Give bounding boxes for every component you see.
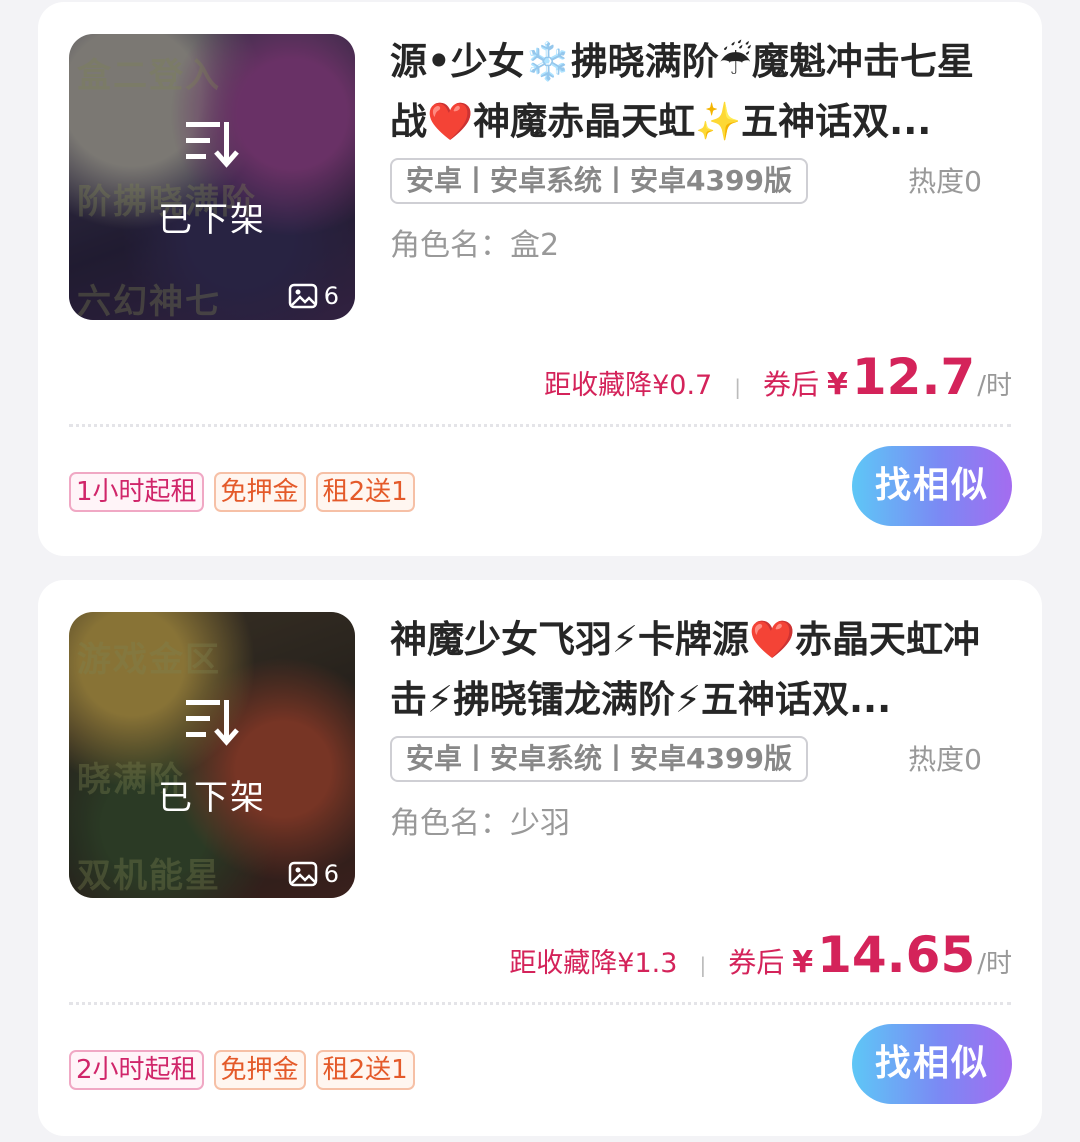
price-value: 14.65: [817, 926, 976, 984]
price-drop: 距收藏降¥1.3: [509, 948, 678, 979]
price-drop: 距收藏降¥0.7: [544, 370, 713, 401]
image-icon: [288, 283, 317, 309]
thumbnail-overlay: [69, 612, 355, 898]
off-shelf-icon: [186, 700, 239, 746]
tag-no-deposit: 免押金: [213, 472, 306, 512]
divider: [69, 1002, 1011, 1005]
platform-badge: 安卓丨安卓系统丨安卓4399版: [390, 736, 808, 782]
off-shelf-label: 已下架: [158, 778, 266, 818]
listing-thumbnail[interactable]: 游戏金区 晓满阶 双机能星 已下架 6: [69, 612, 355, 898]
image-count: 6: [288, 860, 339, 888]
tag-min-rent: 1小时起租: [69, 472, 204, 512]
image-count-value: 6: [323, 860, 339, 888]
tag-promo: 租2送1: [315, 472, 415, 512]
find-similar-button[interactable]: 找相似: [852, 1024, 1012, 1104]
price-value: 12.7: [851, 348, 976, 406]
image-count-value: 6: [323, 282, 339, 310]
platform-badge: 安卓丨安卓系统丨安卓4399版: [390, 158, 808, 204]
tag-list: 1小时起租 免押金 租2送1: [69, 472, 415, 512]
currency-symbol: ¥: [826, 367, 848, 402]
thumbnail-overlay: [69, 34, 355, 320]
currency-symbol: ¥: [792, 945, 814, 980]
listing-title[interactable]: 神魔少女飞羽⚡卡牌源❤️赤晶天虹冲击⚡拂晓镭龙满阶⚡五神话双...: [390, 610, 1010, 730]
role-name: 角色名：盒2: [390, 228, 560, 263]
off-shelf-label: 已下架: [158, 200, 266, 240]
price-separator: |: [699, 953, 707, 977]
image-icon: [288, 861, 317, 887]
tag-min-rent: 2小时起租: [69, 1050, 204, 1090]
off-shelf-icon: [186, 122, 239, 168]
role-name: 角色名：少羽: [390, 806, 570, 841]
listing-title[interactable]: 源•少女❄️拂晓满阶☔魔魁冲击七星战❤️神魔赤晶天虹✨五神话双...: [390, 32, 1010, 152]
price-prefix: 券后: [762, 368, 819, 401]
heat-label: 热度0: [908, 743, 982, 776]
tag-promo: 租2送1: [315, 1050, 415, 1090]
listing-thumbnail[interactable]: 盒二登入 阶拂晓满阶 六幻神七 已下架 6: [69, 34, 355, 320]
heat-label: 热度0: [908, 165, 982, 198]
price-unit: /时: [977, 949, 1012, 979]
image-count: 6: [288, 282, 339, 310]
listing-card[interactable]: 盒二登入 阶拂晓满阶 六幻神七 已下架 6 源•少女❄️拂晓满阶☔魔魁冲击七星战…: [38, 2, 1042, 556]
price-bar: 距收藏降¥0.7 | 券后 ¥ 12.7 /时: [544, 348, 1012, 408]
tag-no-deposit: 免押金: [213, 1050, 306, 1090]
price-prefix: 券后: [728, 946, 785, 979]
price-unit: /时: [977, 371, 1012, 401]
listing-card[interactable]: 游戏金区 晓满阶 双机能星 已下架 6 神魔少女飞羽⚡卡牌源❤️赤晶天虹冲击⚡拂…: [38, 580, 1042, 1136]
price-bar: 距收藏降¥1.3 | 券后 ¥ 14.65 /时: [509, 926, 1012, 986]
price-separator: |: [734, 375, 741, 399]
tag-list: 2小时起租 免押金 租2送1: [69, 1050, 415, 1090]
divider: [69, 424, 1011, 427]
find-similar-button[interactable]: 找相似: [852, 446, 1012, 526]
